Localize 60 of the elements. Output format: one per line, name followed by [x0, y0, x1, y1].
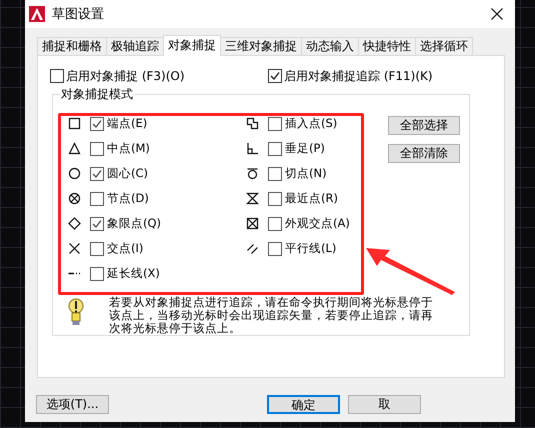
circle-icon	[68, 167, 81, 180]
checkbox-label: 切点(N)	[285, 166, 327, 181]
checkbox[interactable]	[268, 142, 282, 156]
checkbox-label: 最近点(R)	[285, 191, 338, 206]
checkbox[interactable]	[268, 166, 282, 180]
checkbox[interactable]	[90, 266, 104, 280]
checkbox-label: 延长线(X)	[107, 266, 160, 281]
checkbox[interactable]	[268, 116, 282, 130]
stepped-squares-icon	[246, 117, 259, 130]
checkbox[interactable]	[90, 216, 104, 230]
select-button[interactable]: 全部清除	[388, 144, 460, 163]
tab[interactable]: 选择循环	[415, 37, 473, 55]
dialog-button[interactable]: 取	[348, 395, 421, 414]
tangent-circle-icon	[246, 167, 259, 180]
checkbox-label: 平行线(L)	[285, 241, 336, 256]
dialog-button[interactable]: 选项(T)...	[36, 395, 109, 414]
checkbox-label: 启用对象捕捉 (F3)(O)	[66, 68, 185, 84]
hourglass-icon	[246, 192, 259, 205]
checkbox[interactable]	[90, 142, 104, 156]
checkbox[interactable]	[268, 69, 282, 83]
checkbox-label: 象限点(Q)	[107, 216, 162, 231]
checkbox[interactable]	[268, 216, 282, 230]
dialog-button[interactable]: 确定	[267, 395, 340, 414]
tab[interactable]: 快捷特性	[358, 37, 416, 55]
cross-icon	[68, 242, 81, 255]
logo-icon	[29, 6, 45, 22]
checkbox-label: 启用对象捕捉追踪 (F11)(K)	[284, 68, 433, 84]
checkbox[interactable]	[90, 242, 104, 256]
checkbox-label: 中点(M)	[107, 141, 150, 156]
tab[interactable]: 三维对象捕捉	[220, 37, 302, 55]
checkbox-label: 圆心(C)	[107, 166, 148, 181]
close-icon[interactable]	[491, 8, 503, 20]
checkbox[interactable]	[90, 166, 104, 180]
checkbox[interactable]	[90, 116, 104, 130]
crossed-square-icon	[246, 217, 259, 230]
checkbox[interactable]	[268, 242, 282, 256]
checkbox-label: 交点(I)	[107, 241, 144, 256]
square-icon	[68, 117, 81, 130]
group-title: 对象捕捉模式	[60, 86, 134, 103]
tab[interactable]: 对象捕捉	[163, 35, 221, 56]
triangle-icon	[68, 142, 81, 155]
checkbox-label: 端点(E)	[107, 116, 148, 131]
lightbulb-icon	[68, 298, 84, 326]
checkbox[interactable]	[50, 69, 64, 83]
diamond-icon	[68, 217, 81, 230]
tab[interactable]: 捕捉和栅格	[37, 37, 107, 55]
select-button[interactable]: 全部选择	[388, 116, 460, 135]
tab[interactable]: 极轴追踪	[106, 37, 164, 55]
parallel-lines-icon	[246, 242, 259, 255]
tab[interactable]: 动态输入	[301, 37, 359, 55]
checkbox[interactable]	[268, 192, 282, 206]
checkbox[interactable]	[90, 192, 104, 206]
perpendicular-icon	[246, 142, 259, 155]
checkbox-label: 插入点(S)	[285, 116, 338, 131]
checkbox-label: 外观交点(A)	[285, 216, 350, 231]
tip-text: 若要从对象捕捉点进行追踪，请在命令执行期间将光标悬停于该点上，当移动光标时会出现追踪矢量，若要停止追踪，请再次将光标悬停于该点上。	[109, 296, 434, 335]
crossed-circle-icon	[68, 192, 81, 205]
checkbox-label: 节点(D)	[107, 191, 149, 206]
checkbox-label: 垂足(P)	[285, 141, 325, 156]
window-title: 草图设置	[52, 6, 105, 23]
